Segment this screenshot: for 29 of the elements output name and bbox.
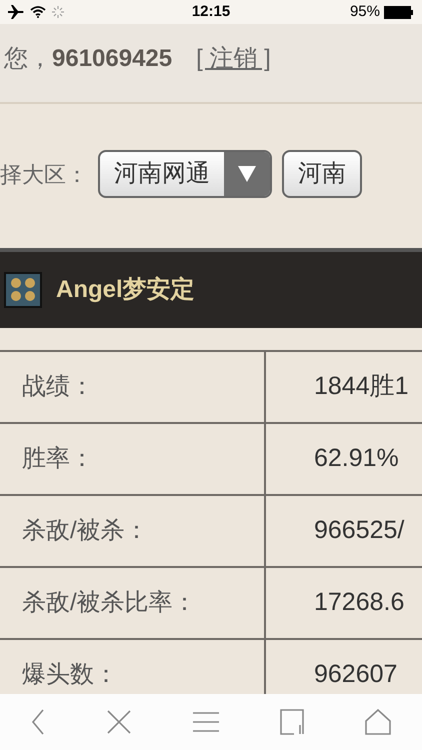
close-icon[interactable] [106,709,132,735]
player-name: Angel梦安定 [56,275,195,305]
stat-label: 杀敌/被杀： [0,496,266,566]
back-icon[interactable] [30,708,45,736]
battery-percent: 95% [350,2,380,22]
stat-value: 62.91% [313,443,400,474]
region-select[interactable]: 河南 [282,150,362,198]
battery-icon [384,6,414,18]
wifi-icon [30,6,46,18]
loading-icon [52,6,64,18]
logout-link[interactable]: [ 注销 ] [196,41,271,77]
tabs-icon[interactable] [280,709,304,735]
user-id: 961069425 [52,44,172,74]
region-select[interactable]: 河南网通 [98,150,272,198]
stat-label: 战绩： [0,352,266,422]
stat-value: 17268.6 [313,587,406,618]
avatar-icon [4,272,42,308]
status-time: 12:15 [190,2,232,22]
region-label: 择大区： [0,160,88,188]
airplane-icon [8,5,24,19]
stat-value: 962607 [313,659,398,690]
greeting-text: 您， [4,44,52,74]
menu-icon[interactable] [192,711,219,733]
stat-value: 966525/ [313,515,406,546]
stat-label: 杀敌/被杀比率： [0,568,266,638]
stat-label: 胜率： [0,424,266,494]
stat-value: 1844胜1 [313,371,410,402]
dropdown-icon [238,166,256,182]
home-icon[interactable] [365,709,392,735]
